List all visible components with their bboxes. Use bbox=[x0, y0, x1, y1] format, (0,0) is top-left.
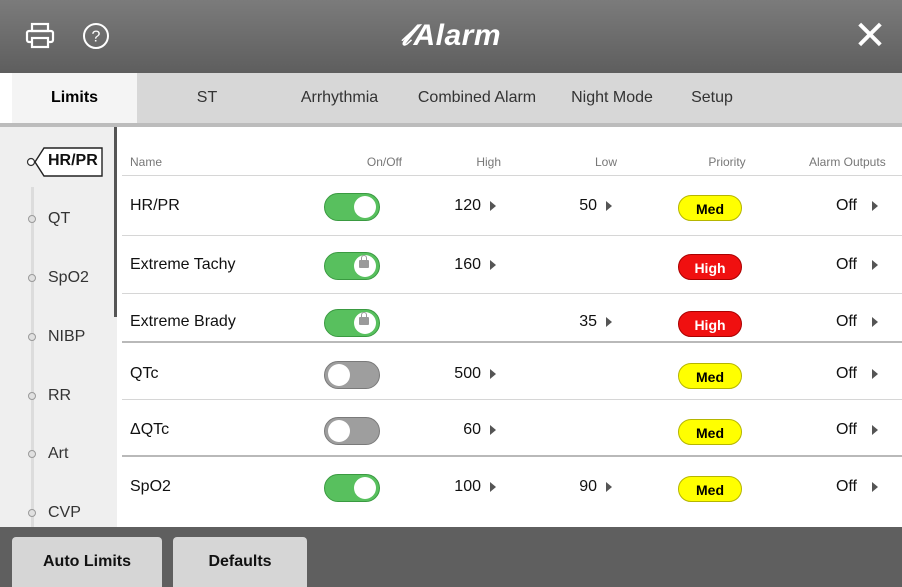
nav-dot-icon bbox=[28, 333, 36, 341]
alarm-outputs-value[interactable]: Off bbox=[817, 478, 857, 496]
footer-bar: Auto Limits Defaults bbox=[0, 527, 902, 587]
alarm-logo-icon: 𝓁 bbox=[400, 18, 412, 53]
sidebar-item-hr-pr[interactable]: HR/PR bbox=[26, 145, 106, 179]
caret-right-icon[interactable] bbox=[606, 201, 612, 211]
column-header-low: Low bbox=[594, 155, 617, 169]
low-limit-value[interactable]: 35 bbox=[557, 313, 597, 331]
nav-dot-icon bbox=[28, 450, 36, 458]
caret-right-icon[interactable] bbox=[490, 425, 496, 435]
on-off-toggle[interactable] bbox=[324, 474, 380, 502]
nav-dot-icon bbox=[28, 215, 36, 223]
sidebar-item-label: QT bbox=[48, 210, 71, 227]
sidebar-item-nibp[interactable]: NIBP bbox=[0, 317, 117, 357]
on-off-toggle[interactable] bbox=[324, 361, 380, 389]
column-header-high: High bbox=[476, 155, 501, 169]
tab-combined-alarm[interactable]: Combined Alarm bbox=[402, 73, 552, 123]
priority-badge[interactable]: High bbox=[678, 254, 742, 280]
sidebar-item-label: SpO2 bbox=[48, 269, 89, 286]
sidebar-item-qt[interactable]: QT bbox=[0, 199, 117, 239]
caret-right-icon[interactable] bbox=[872, 201, 878, 211]
alarm-outputs-value[interactable]: Off bbox=[817, 313, 857, 331]
sidebar-item-art[interactable]: Art bbox=[0, 434, 117, 474]
high-limit-value[interactable]: 120 bbox=[437, 197, 481, 215]
tab-night-mode[interactable]: Night Mode bbox=[552, 73, 672, 123]
on-off-toggle[interactable] bbox=[324, 309, 380, 337]
sidebar-item-label: RR bbox=[48, 387, 72, 404]
alarm-outputs-value[interactable]: Off bbox=[817, 197, 857, 215]
priority-badge[interactable]: Med bbox=[678, 419, 742, 445]
column-header-on-off: On/Off bbox=[366, 155, 402, 169]
nav-dot-icon bbox=[28, 509, 36, 517]
caret-right-icon[interactable] bbox=[872, 260, 878, 270]
tab-arrhythmia[interactable]: Arrhythmia bbox=[277, 73, 402, 123]
defaults-button[interactable]: Defaults bbox=[173, 537, 307, 587]
window-title: 𝓁Alarm bbox=[400, 18, 501, 53]
caret-right-icon[interactable] bbox=[872, 425, 878, 435]
priority-badge[interactable]: Med bbox=[678, 195, 742, 221]
title-bar: ? 𝓁Alarm ✕ bbox=[0, 0, 902, 73]
alarm-outputs-value[interactable]: Off bbox=[817, 421, 857, 439]
caret-right-icon[interactable] bbox=[872, 369, 878, 379]
row-name: HR/PR bbox=[130, 197, 180, 214]
on-off-toggle[interactable] bbox=[324, 252, 380, 280]
caret-right-icon[interactable] bbox=[872, 482, 878, 492]
row-name: Extreme Brady bbox=[130, 313, 236, 330]
sidebar-item-cvp[interactable]: CVP bbox=[0, 493, 117, 527]
tab-bar: Limits ST Arrhythmia Combined Alarm Nigh… bbox=[12, 73, 902, 123]
on-off-toggle[interactable] bbox=[324, 193, 380, 221]
sidebar-item-rr[interactable]: RR bbox=[0, 376, 117, 416]
group-divider bbox=[122, 341, 902, 343]
row-name: QTc bbox=[130, 365, 159, 382]
close-button[interactable]: ✕ bbox=[852, 16, 888, 56]
row-divider bbox=[122, 399, 902, 400]
caret-right-icon[interactable] bbox=[872, 317, 878, 327]
high-limit-value[interactable]: 500 bbox=[437, 365, 481, 383]
caret-right-icon[interactable] bbox=[490, 482, 496, 492]
sidebar-item-label: CVP bbox=[48, 504, 81, 521]
column-header-alarm-outputs: Alarm Outputs bbox=[809, 155, 886, 169]
priority-badge[interactable]: High bbox=[678, 311, 742, 337]
alarm-outputs-value[interactable]: Off bbox=[817, 256, 857, 274]
low-limit-value[interactable]: 90 bbox=[557, 478, 597, 496]
alarm-outputs-value[interactable]: Off bbox=[817, 365, 857, 383]
group-divider bbox=[122, 455, 902, 457]
limits-table: Name On/Off High Low Priority Alarm Outp… bbox=[117, 127, 902, 527]
low-limit-value[interactable]: 50 bbox=[557, 197, 597, 215]
tab-setup[interactable]: Setup bbox=[672, 73, 752, 123]
lock-icon bbox=[359, 312, 369, 325]
high-limit-value[interactable]: 60 bbox=[437, 421, 481, 439]
high-limit-value[interactable]: 100 bbox=[437, 478, 481, 496]
nav-dot-icon bbox=[28, 392, 36, 400]
tab-st[interactable]: ST bbox=[137, 73, 277, 123]
column-header-priority: Priority bbox=[708, 155, 746, 169]
row-name: Extreme Tachy bbox=[130, 256, 236, 273]
tab-limits[interactable]: Limits bbox=[12, 73, 137, 123]
caret-right-icon[interactable] bbox=[490, 201, 496, 211]
caret-right-icon[interactable] bbox=[490, 369, 496, 379]
high-limit-value[interactable]: 160 bbox=[437, 256, 481, 274]
priority-badge[interactable]: Med bbox=[678, 476, 742, 502]
on-off-toggle[interactable] bbox=[324, 417, 380, 445]
sidebar-item-label: Art bbox=[48, 445, 69, 462]
header-divider bbox=[122, 175, 902, 176]
lock-icon bbox=[359, 255, 369, 268]
row-name: ΔQTc bbox=[130, 421, 170, 438]
sidebar-item-label: HR/PR bbox=[48, 152, 98, 169]
caret-right-icon[interactable] bbox=[606, 317, 612, 327]
sidebar-item-label: NIBP bbox=[48, 328, 86, 345]
sidebar-item-spo2[interactable]: SpO2 bbox=[0, 258, 117, 298]
caret-right-icon[interactable] bbox=[490, 260, 496, 270]
auto-limits-button[interactable]: Auto Limits bbox=[12, 537, 162, 587]
caret-right-icon[interactable] bbox=[606, 482, 612, 492]
row-divider bbox=[122, 293, 902, 294]
row-name: SpO2 bbox=[130, 478, 171, 495]
row-divider bbox=[122, 235, 902, 236]
priority-badge[interactable]: Med bbox=[678, 363, 742, 389]
column-header-name: Name bbox=[130, 155, 163, 169]
sidebar: HR/PR QT SpO2 NIBP RR Art CVP bbox=[0, 127, 117, 527]
nav-dot-icon bbox=[28, 274, 36, 282]
